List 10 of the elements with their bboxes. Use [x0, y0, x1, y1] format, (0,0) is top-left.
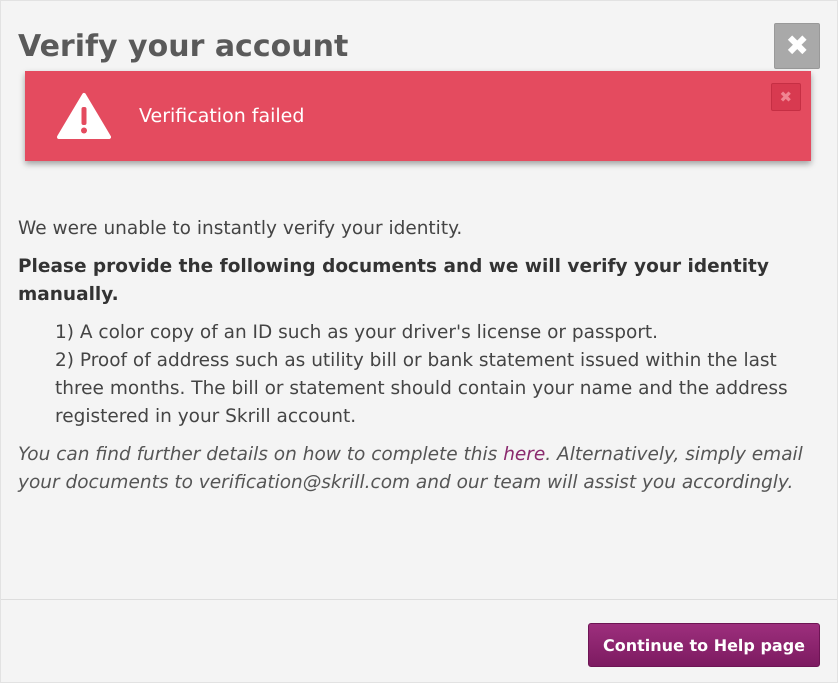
- intro-text: We were unable to instantly verify your identity.: [18, 217, 464, 241]
- document-item: 2) Proof of address such as utility bill or bank statement issued within the last three months. The bill or statement should contain your name and the address registered in your Skrill account.: [55, 349, 789, 429]
- warning-icon: [57, 92, 111, 140]
- help-link[interactable]: here: [503, 444, 546, 465]
- alert-message: Verification failed: [139, 105, 304, 127]
- note-text: You can find further details on how to complete this here. Alternatively, simply email your documents to verification@skrill.com and our team will assist you accordingly.: [18, 443, 804, 495]
- continue-button[interactable]: Continue to Help page: [588, 623, 820, 667]
- dialog-title: Verify your account: [18, 29, 348, 65]
- document-item: 1) A color copy of an ID such as your driver's license or passport.: [55, 321, 660, 345]
- instruction-text: Please provide the following documents and we will verify your identity manually.: [18, 255, 770, 307]
